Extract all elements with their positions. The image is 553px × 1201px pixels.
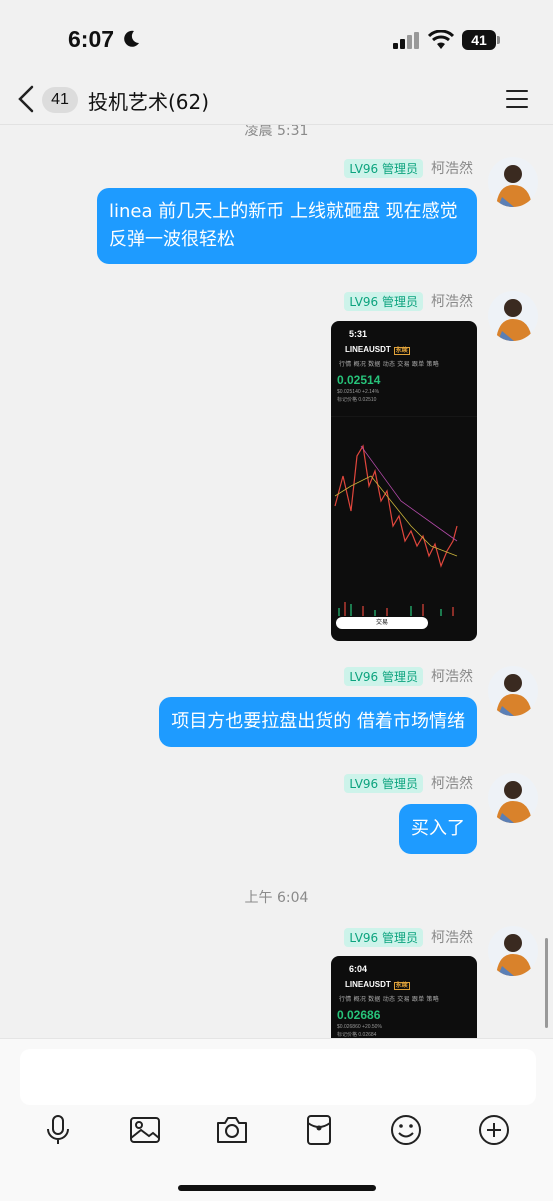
back-chevron-icon[interactable]	[16, 84, 38, 114]
screenshot-time: 5:31	[349, 329, 368, 339]
kline-chart-graphic	[331, 416, 477, 616]
avatar[interactable]	[488, 926, 538, 976]
menu-icon[interactable]	[506, 90, 528, 108]
image-message[interactable]: 5:31 LINEAUSDT 永续 行情 概况 数据 动态 交易 跟单 策略 0.…	[331, 321, 477, 641]
message-bubble[interactable]: linea 前几天上的新币 上线就砸盘 现在感觉反弹一波很轻松	[97, 188, 477, 264]
microphone-icon[interactable]	[41, 1113, 75, 1147]
sender-name: 柯浩然	[431, 161, 473, 177]
emoji-icon[interactable]	[389, 1113, 423, 1147]
chat-header: 41 投机艺术(62)	[0, 76, 553, 125]
camera-icon[interactable]	[215, 1113, 249, 1147]
status-time: 6:07	[68, 26, 115, 52]
screenshot-symbol: LINEAUSDT 永续	[345, 980, 410, 990]
symbol-text: LINEAUSDT	[345, 980, 391, 989]
symbol-tag: 永续	[393, 982, 410, 990]
avatar[interactable]	[488, 666, 538, 716]
message-meta: LV96 管理员 柯浩然	[344, 666, 473, 686]
message-bubble[interactable]: 项目方也要拉盘出货的 借着市场情绪	[159, 697, 477, 747]
screenshot-tabs: 行情 概况 数据 动态 交易 跟单 策略	[339, 362, 440, 368]
message-meta: LV96 管理员 柯浩然	[344, 291, 473, 311]
unread-count-badge[interactable]: 41	[42, 87, 78, 113]
chat-title: 投机艺术(62)	[88, 90, 210, 114]
avatar[interactable]	[488, 157, 538, 207]
level-badge: LV96 管理员	[344, 927, 423, 947]
screenshot-sub1: $0.026860 +20.50%	[337, 1024, 382, 1030]
battery-tip	[497, 36, 500, 44]
screenshot-symbol: LINEAUSDT 永续	[345, 345, 410, 355]
composer	[0, 1038, 553, 1201]
message-input[interactable]	[20, 1049, 536, 1105]
moon-icon	[124, 30, 139, 47]
level-badge: LV96 管理员	[344, 773, 423, 793]
sender-name: 柯浩然	[431, 930, 473, 946]
scrollbar[interactable]	[545, 938, 548, 1028]
level-badge: LV96 管理员	[344, 158, 423, 178]
cellular-signal-icon	[393, 32, 421, 49]
message-meta: LV96 管理员 柯浩然	[344, 158, 473, 178]
symbol-text: LINEAUSDT	[345, 345, 391, 354]
symbol-tag: 永续	[393, 347, 410, 355]
timestamp: 上午 6:04	[244, 890, 309, 906]
red-packet-icon[interactable]	[302, 1113, 336, 1147]
trade-button: 交易	[336, 617, 428, 629]
level-badge: LV96 管理员	[344, 291, 423, 311]
message-meta: LV96 管理员 柯浩然	[344, 927, 473, 947]
sender-name: 柯浩然	[431, 294, 473, 310]
screenshot-sub2: 标记价格 0.02510	[337, 397, 377, 403]
status-bar: 6:07 41	[0, 0, 553, 80]
wifi-icon	[428, 30, 454, 49]
battery-icon: 41	[462, 30, 496, 50]
message-bubble[interactable]: 买入了	[399, 804, 477, 854]
screenshot-tabs: 行情 概况 数据 动态 交易 跟单 策略	[339, 997, 440, 1003]
level-badge: LV96 管理员	[344, 666, 423, 686]
screenshot-price: 0.02514	[337, 373, 381, 387]
screenshot-price: 0.02686	[337, 1008, 381, 1022]
screenshot-sub1: $0.025140 +2.14%	[337, 389, 380, 395]
plus-icon[interactable]	[477, 1113, 511, 1147]
sender-name: 柯浩然	[431, 776, 473, 792]
avatar[interactable]	[488, 291, 538, 341]
screenshot-sub2: 标记价格 0.02684	[337, 1032, 377, 1038]
message-meta: LV96 管理员 柯浩然	[344, 773, 473, 793]
image-icon[interactable]	[128, 1113, 162, 1147]
sender-name: 柯浩然	[431, 669, 473, 685]
avatar[interactable]	[488, 773, 538, 823]
screenshot-time: 6:04	[349, 964, 368, 974]
home-indicator	[178, 1185, 376, 1191]
